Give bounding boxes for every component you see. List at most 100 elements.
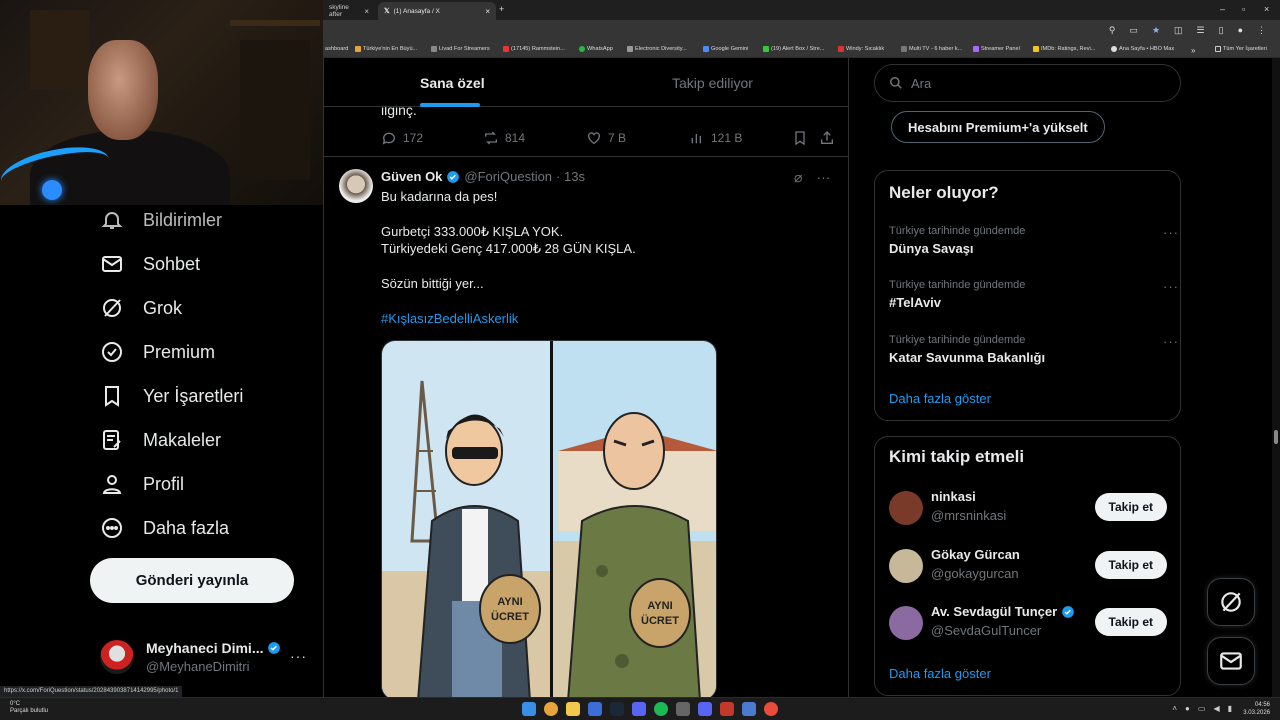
trends-show-more-link[interactable]: Daha fazla göster <box>889 391 991 406</box>
bookmark[interactable]: (19) Alert Box / Stre... <box>763 46 824 52</box>
share-button[interactable] <box>819 130 835 146</box>
avatar[interactable] <box>889 491 923 525</box>
nav-profile[interactable]: Profil <box>100 472 184 496</box>
more-icon[interactable]: ··· <box>1163 225 1179 240</box>
zoom-icon[interactable]: ⚲ <box>1109 25 1116 36</box>
suggestion-name[interactable]: Gökay Gürcan <box>931 547 1020 562</box>
app-icon[interactable] <box>764 702 778 716</box>
nav-bookmarks[interactable]: Yer İşaretleri <box>100 384 243 408</box>
browser-tab[interactable]: skyline after × <box>323 2 375 20</box>
tweet-image[interactable]: AYNI ÜCRET AYNI ÜCRET <box>381 340 717 697</box>
views-button[interactable]: 121 B <box>689 130 742 146</box>
nav-premium[interactable]: Premium <box>100 340 215 364</box>
chevron-up-icon[interactable]: ˄ <box>1172 704 1177 713</box>
nav-more[interactable]: Daha fazla <box>100 516 229 540</box>
nav-grok[interactable]: Grok <box>100 296 182 320</box>
follow-suggestion[interactable]: Gökay Gürcan @gokaygurcan Takip et <box>889 547 1167 587</box>
tweet-time[interactable]: · 13s <box>556 169 585 184</box>
nav-articles[interactable]: Makaleler <box>100 428 221 452</box>
battery-icon[interactable]: ▮ <box>1228 704 1232 713</box>
tweet-hashtag-link[interactable]: #KışlasızBedelliAskerlik <box>381 311 518 326</box>
volume-icon[interactable]: ◀ <box>1213 704 1219 713</box>
app-icon[interactable] <box>720 702 734 716</box>
star-icon[interactable]: ★ <box>1152 25 1160 36</box>
avatar[interactable] <box>889 606 923 640</box>
tweet-author-name[interactable]: Güven Ok <box>381 169 442 184</box>
tab-following[interactable]: Takip ediliyor <box>672 75 753 91</box>
bookmark[interactable]: IMDb: Ratings, Revi... <box>1033 46 1095 52</box>
extensions-icon[interactable]: ◫ <box>1174 25 1183 36</box>
discord-icon[interactable] <box>632 702 646 716</box>
reply-button[interactable]: 172 <box>381 130 423 146</box>
more-icon[interactable]: ··· <box>1163 279 1179 294</box>
messages-fab-button[interactable] <box>1207 637 1255 685</box>
split-icon[interactable]: ▯ <box>1219 25 1224 36</box>
bookmark[interactable]: Streamer Panel <box>973 46 1020 52</box>
bookmark-button[interactable] <box>792 130 808 146</box>
tweet-author-handle[interactable]: @ForiQuestion <box>464 169 552 184</box>
avatar[interactable] <box>889 549 923 583</box>
suggestion-name[interactable]: ninkasi <box>931 489 976 504</box>
network-icon[interactable]: ▭ <box>1198 704 1206 713</box>
app-icon[interactable] <box>588 702 602 716</box>
discord-icon[interactable] <box>698 702 712 716</box>
minimize-icon[interactable]: – <box>1220 4 1225 14</box>
trend-item[interactable]: Türkiye tarihinde gündemde Katar Savunma… <box>889 334 1179 365</box>
follow-button[interactable]: Takip et <box>1094 551 1167 579</box>
app-icon[interactable] <box>742 702 756 716</box>
bookmark[interactable]: ashboard <box>325 46 348 52</box>
bookmark[interactable]: Multi TV - 6 haber k... <box>901 46 962 52</box>
window-close-icon[interactable]: × <box>1264 4 1269 14</box>
spotify-icon[interactable] <box>654 702 668 716</box>
bookmark-folder[interactable]: Tüm Yer İşaretleri <box>1215 46 1267 52</box>
bookmark[interactable]: Türkiye'nin En Büyü... <box>355 46 417 52</box>
app-icon[interactable] <box>676 702 690 716</box>
search-input[interactable]: Ara <box>874 64 1181 102</box>
scrollbar-thumb[interactable] <box>1274 430 1278 444</box>
bookmark[interactable]: Windy: Sıcaklık <box>838 46 884 52</box>
account-switcher[interactable]: Meyhaneci Dimi... @MeyhaneDimitri ··· <box>100 640 310 680</box>
follow-button[interactable]: Takip et <box>1094 493 1167 521</box>
microphone-icon[interactable]: ● <box>1185 704 1190 713</box>
bookmark[interactable]: Google Gemini <box>703 46 748 52</box>
trend-item[interactable]: Türkiye tarihinde gündemde #TelAviv ··· <box>889 279 1179 310</box>
follow-button[interactable]: Takip et <box>1094 608 1167 636</box>
maximize-icon[interactable]: ▫ <box>1242 4 1245 14</box>
scrollbar-track[interactable] <box>1272 58 1280 697</box>
media-icon[interactable]: ☰ <box>1197 25 1205 36</box>
bookmark[interactable]: (17145) Rammstein... <box>503 46 565 52</box>
who-show-more-link[interactable]: Daha fazla göster <box>889 666 991 681</box>
new-tab-button[interactable]: + <box>499 4 504 14</box>
chrome-icon[interactable] <box>544 702 558 716</box>
bookmark[interactable]: WhatsApp <box>579 46 613 52</box>
more-icon[interactable]: ··· <box>1163 334 1179 349</box>
bookmark[interactable]: Ana Sayfa • HBO Max <box>1111 46 1174 52</box>
windows-start-icon[interactable] <box>522 702 536 716</box>
post-button[interactable]: Gönderi yayınla <box>90 558 294 603</box>
upgrade-premium-button[interactable]: Hesabını Premium+'a yükselt <box>891 111 1105 143</box>
cast-icon[interactable]: ▭ <box>1129 25 1138 36</box>
avatar[interactable] <box>339 169 373 203</box>
close-icon[interactable]: × <box>364 7 369 16</box>
more-icon[interactable]: ··· <box>816 169 830 186</box>
folder-icon[interactable] <box>566 702 580 716</box>
weather-widget[interactable]: 0°C Parçalı bulutlu <box>10 701 48 715</box>
address-bar[interactable]: ⚲ ▭ ★ ◫ ☰ ▯ ● ⋮ <box>323 20 1280 42</box>
suggestion-name-row[interactable]: Av. Sevdagül Tunçer <box>931 604 1075 619</box>
bookmark[interactable]: Electronic Diversity... <box>627 46 687 52</box>
more-icon[interactable]: ··· <box>290 648 307 664</box>
bookmark[interactable]: Livad For Streamers <box>431 46 490 52</box>
profile-icon[interactable]: ● <box>1238 25 1243 36</box>
repost-button[interactable]: 814 <box>483 130 525 146</box>
grok-fab-button[interactable] <box>1207 578 1255 626</box>
follow-suggestion[interactable]: ninkasi @mrsninkasi Takip et <box>889 489 1167 529</box>
like-button[interactable]: 7 B <box>586 130 626 146</box>
steam-icon[interactable] <box>610 702 624 716</box>
browser-tab-active[interactable]: 𝕏 (1) Anasayfa / X × <box>378 2 496 20</box>
menu-icon[interactable]: ⋮ <box>1257 25 1266 36</box>
nav-chat[interactable]: Sohbet <box>100 252 200 276</box>
grok-icon[interactable]: ⌀ <box>794 169 802 186</box>
follow-suggestion[interactable]: Av. Sevdagül Tunçer @SevdaGulTuncer Taki… <box>889 604 1167 644</box>
close-icon[interactable]: × <box>485 7 490 16</box>
tab-for-you[interactable]: Sana özel <box>420 75 485 91</box>
